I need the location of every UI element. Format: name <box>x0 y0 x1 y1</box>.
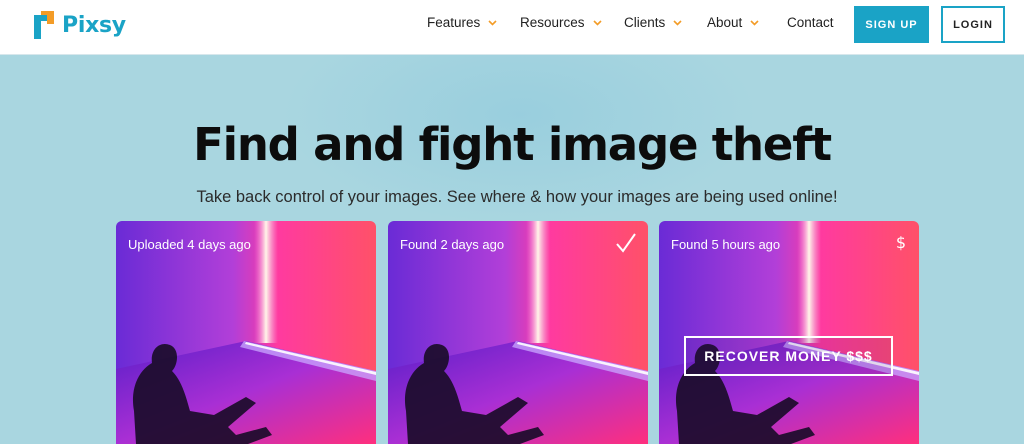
nav-item-resources[interactable]: Resources <box>520 15 602 30</box>
neon-room-photo <box>116 221 376 444</box>
card-status-label: Found 5 hours ago <box>671 237 781 252</box>
top-navigation: Pixsy Features Resources Clients About C… <box>0 0 1024 55</box>
image-card-found-days[interactable]: Found 2 days ago <box>388 221 648 444</box>
nav-item-label: Contact <box>787 15 834 30</box>
neon-room-photo <box>659 221 919 444</box>
nav-item-label: About <box>707 15 743 30</box>
login-button[interactable]: LOGIN <box>941 6 1005 43</box>
hero-subtitle: Take back control of your images. See wh… <box>196 188 838 206</box>
chevron-down-icon <box>592 19 602 26</box>
nav-item-label: Clients <box>624 15 666 30</box>
nav-item-clients[interactable]: Clients <box>624 15 682 30</box>
chevron-down-icon <box>673 19 682 26</box>
card-status-label: Found 2 days ago <box>400 237 505 252</box>
neon-room-photo <box>388 221 648 444</box>
dollar-icon[interactable]: $ <box>896 233 906 252</box>
nav-item-contact[interactable]: Contact <box>787 15 834 30</box>
sign-up-button[interactable]: SIGN UP <box>854 6 929 43</box>
check-icon[interactable] <box>614 231 638 255</box>
nav-item-about[interactable]: About <box>707 15 759 30</box>
chevron-down-icon <box>488 19 497 26</box>
image-card-found-hours[interactable]: Found 5 hours ago $ RECOVER MONEY $$$ <box>659 221 919 444</box>
chevron-down-icon <box>750 19 759 26</box>
hero-title: Find and fight image theft <box>193 118 832 171</box>
nav-item-label: Resources <box>520 15 585 30</box>
recover-money-button[interactable]: RECOVER MONEY $$$ <box>684 336 893 376</box>
nav-item-label: Features <box>427 15 481 30</box>
card-status-label: Uploaded 4 days ago <box>128 237 251 252</box>
image-card-uploaded[interactable]: Uploaded 4 days ago <box>116 221 376 444</box>
nav-item-features[interactable]: Features <box>427 15 497 30</box>
